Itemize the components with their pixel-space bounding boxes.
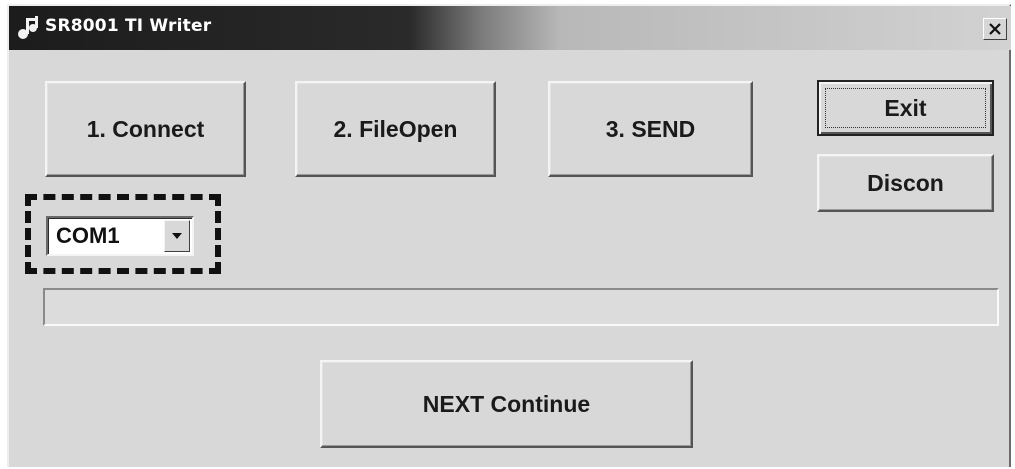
connect-button[interactable]: 1. Connect [45, 81, 246, 177]
next-continue-button-label: NEXT Continue [422, 390, 591, 417]
disconnect-button[interactable]: Discon [817, 154, 994, 212]
exit-button[interactable]: Exit [817, 80, 994, 136]
app-window: SR8001 TI Writer 1. Connect 2. FileOpen … [7, 4, 1011, 467]
window-title: SR8001 TI Writer [45, 16, 212, 36]
connect-button-label: 1. Connect [86, 115, 205, 142]
disconnect-button-label: Discon [867, 169, 944, 196]
close-icon [989, 23, 1001, 35]
progress-bar [43, 288, 999, 326]
send-button-label: 3. SEND [605, 115, 696, 142]
file-open-button-label: 2. FileOpen [333, 115, 458, 142]
send-button[interactable]: 3. SEND [548, 81, 753, 177]
dropdown-arrow-icon [172, 233, 182, 239]
next-continue-button[interactable]: NEXT Continue [320, 360, 693, 448]
close-button[interactable] [983, 18, 1007, 40]
exit-button-label: Exit [884, 94, 927, 121]
com-port-select[interactable]: COM1 [46, 216, 194, 256]
com-port-dropdown-button[interactable] [164, 220, 190, 252]
file-open-button[interactable]: 2. FileOpen [295, 81, 496, 177]
title-bar[interactable]: SR8001 TI Writer [9, 6, 1011, 50]
app-icon [18, 16, 38, 39]
com-port-value: COM1 [56, 223, 120, 248]
